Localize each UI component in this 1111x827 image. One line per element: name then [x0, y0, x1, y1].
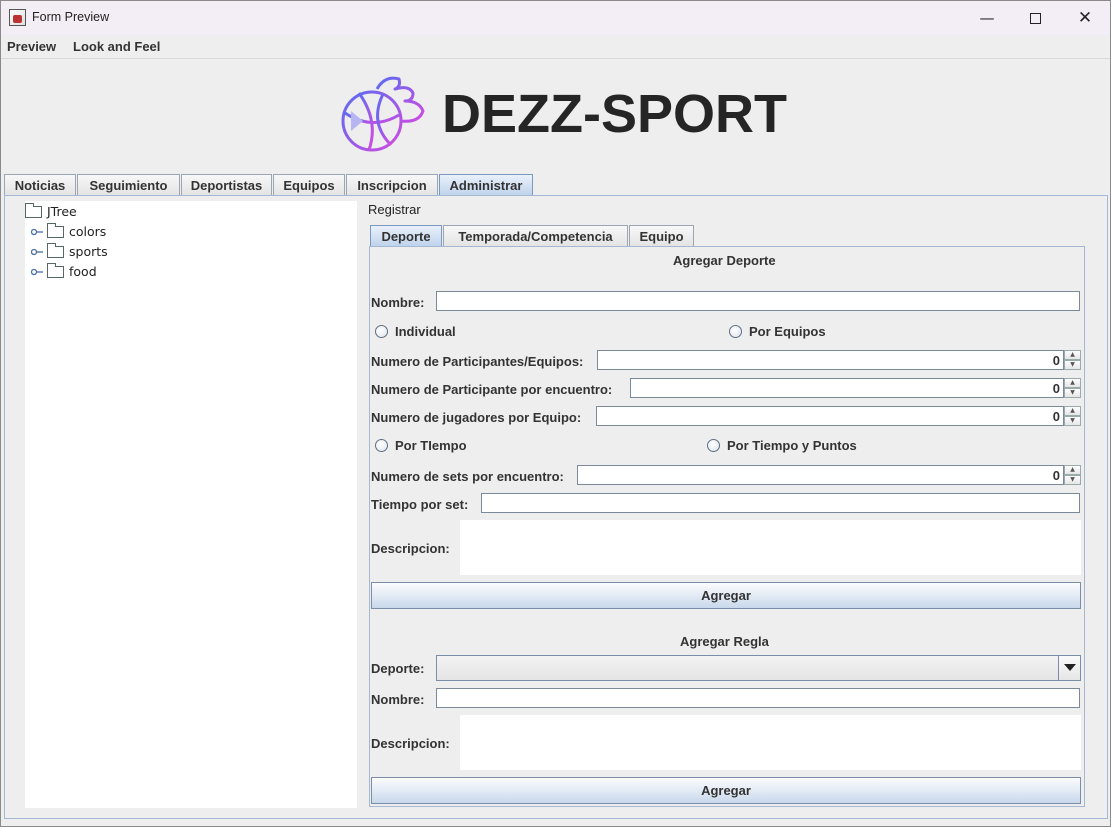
- tab-inscripcion[interactable]: Inscripcion: [346, 174, 438, 195]
- regla-nombre-field[interactable]: [436, 688, 1080, 708]
- chevron-down-icon[interactable]: [1058, 656, 1080, 680]
- tab-label: Deporte: [381, 228, 431, 244]
- num-por-encuentro-spinner[interactable]: 0: [630, 378, 1064, 398]
- spin-down-icon[interactable]: ▼: [1064, 388, 1081, 398]
- num-por-encuentro-stepper[interactable]: ▲ ▼: [1064, 378, 1081, 398]
- radio-circle-icon: [375, 439, 388, 452]
- radio-circle-icon: [707, 439, 720, 452]
- menu-look-and-feel[interactable]: Look and Feel: [73, 39, 160, 54]
- radio-por-tiempo-y-puntos[interactable]: Por Tiempo y Puntos: [707, 438, 857, 453]
- tab-label: Seguimiento: [89, 177, 168, 193]
- num-por-encuentro-label: Numero de Participante por encuentro:: [371, 382, 613, 397]
- num-participantes-stepper[interactable]: ▲ ▼: [1064, 350, 1081, 370]
- num-participantes-label: Numero de Participantes/Equipos:: [371, 354, 584, 369]
- tab-administrar[interactable]: Administrar: [439, 174, 533, 195]
- registrar-label: Registrar: [368, 202, 421, 217]
- tree-node-label: food: [69, 264, 97, 279]
- agregar-deporte-title: Agregar Deporte: [673, 253, 776, 268]
- expand-handle-icon[interactable]: [31, 228, 43, 236]
- spin-down-icon[interactable]: ▼: [1064, 475, 1081, 485]
- radio-label: Por Tiempo y Puntos: [727, 438, 857, 453]
- tree-node-label: colors: [69, 224, 107, 239]
- agregar-deporte-button[interactable]: Agregar: [371, 582, 1081, 609]
- tree-node-food[interactable]: food: [31, 262, 97, 279]
- agregar-regla-title: Agregar Regla: [680, 634, 769, 649]
- radio-circle-icon: [375, 325, 388, 338]
- num-jugadores-stepper[interactable]: ▲ ▼: [1064, 406, 1081, 426]
- num-sets-stepper[interactable]: ▲ ▼: [1064, 465, 1081, 485]
- menu-bar: Preview Look and Feel: [1, 35, 1110, 59]
- minimize-icon[interactable]: —: [963, 1, 1011, 35]
- brand-title: DEZZ-SPORT: [442, 84, 787, 144]
- spin-up-icon[interactable]: ▲: [1064, 378, 1081, 388]
- tab-label: Equipo: [639, 228, 684, 244]
- folder-icon: [25, 202, 42, 218]
- tree-node-root[interactable]: JTree: [25, 202, 77, 219]
- button-label: Agregar: [701, 783, 751, 798]
- tab-temporada-competencia[interactable]: Temporada/Competencia: [443, 225, 628, 246]
- tab-equipo[interactable]: Equipo: [629, 225, 694, 246]
- tree-node-label: sports: [69, 244, 108, 259]
- num-participantes-spinner[interactable]: 0: [597, 350, 1064, 370]
- radio-individual[interactable]: Individual: [375, 324, 456, 339]
- expand-handle-icon[interactable]: [31, 248, 43, 256]
- radio-label: Individual: [395, 324, 456, 339]
- basketball-logo-icon: [341, 76, 425, 152]
- radio-circle-icon: [729, 325, 742, 338]
- descripcion-label: Descripcion:: [371, 541, 450, 556]
- regla-descripcion-label: Descripcion:: [371, 736, 450, 751]
- spin-down-icon[interactable]: ▼: [1064, 416, 1081, 426]
- java-app-icon: [9, 9, 26, 26]
- spin-up-icon[interactable]: ▲: [1064, 465, 1081, 475]
- tab-label: Noticias: [14, 177, 66, 193]
- tab-label: Administrar: [449, 177, 523, 193]
- num-jugadores-label: Numero de jugadores por Equipo:: [371, 410, 582, 425]
- deporte-label: Deporte:: [371, 661, 425, 676]
- radio-label: Por Equipos: [749, 324, 826, 339]
- close-icon[interactable]: ✕: [1061, 1, 1109, 35]
- spin-up-icon[interactable]: ▲: [1064, 350, 1081, 360]
- tree-node-sports[interactable]: sports: [31, 242, 108, 259]
- radio-label: Por TIempo: [395, 438, 467, 453]
- tree-node-label: JTree: [47, 204, 77, 219]
- nombre-field[interactable]: [436, 291, 1080, 311]
- form-preview-window: Form Preview — ✕ Preview Look and Feel D…: [0, 0, 1111, 827]
- menu-preview[interactable]: Preview: [7, 39, 56, 54]
- tab-label: Inscripcion: [357, 177, 427, 193]
- descripcion-textarea[interactable]: [460, 520, 1081, 575]
- tab-label: Temporada/Competencia: [458, 228, 613, 244]
- tab-deporte[interactable]: Deporte: [370, 225, 442, 246]
- maximize-icon[interactable]: [1011, 1, 1059, 35]
- title-bar: Form Preview — ✕: [1, 1, 1110, 35]
- window-title: Form Preview: [32, 10, 110, 24]
- tab-seguimiento[interactable]: Seguimiento: [77, 174, 180, 195]
- tree-node-colors[interactable]: colors: [31, 222, 107, 239]
- expand-handle-icon[interactable]: [31, 268, 43, 276]
- tab-deportistas[interactable]: Deportistas: [181, 174, 272, 195]
- spin-up-icon[interactable]: ▲: [1064, 406, 1081, 416]
- deporte-select[interactable]: [436, 655, 1081, 681]
- tiempo-set-label: Tiempo por set:: [371, 497, 469, 512]
- tab-noticias[interactable]: Noticias: [4, 174, 76, 195]
- folder-icon: [47, 242, 64, 258]
- num-sets-spinner[interactable]: 0: [577, 465, 1064, 485]
- num-jugadores-spinner[interactable]: 0: [596, 406, 1064, 426]
- tab-equipos[interactable]: Equipos: [273, 174, 345, 195]
- agregar-regla-button[interactable]: Agregar: [371, 777, 1081, 804]
- regla-nombre-label: Nombre:: [371, 692, 425, 707]
- radio-por-tiempo[interactable]: Por TIempo: [375, 438, 467, 453]
- tiempo-set-field[interactable]: [481, 493, 1080, 513]
- regla-descripcion-textarea[interactable]: [460, 715, 1081, 770]
- tab-label: Equipos: [283, 177, 335, 193]
- spin-down-icon[interactable]: ▼: [1064, 360, 1081, 370]
- tab-label: Deportistas: [190, 177, 263, 193]
- folder-icon: [47, 222, 64, 238]
- num-sets-label: Numero de sets por encuentro:: [371, 469, 564, 484]
- button-label: Agregar: [701, 588, 751, 603]
- nombre-label: Nombre:: [371, 295, 425, 310]
- folder-icon: [47, 262, 64, 278]
- jtree[interactable]: JTree colors sports food: [25, 201, 357, 808]
- radio-por-equipos[interactable]: Por Equipos: [729, 324, 826, 339]
